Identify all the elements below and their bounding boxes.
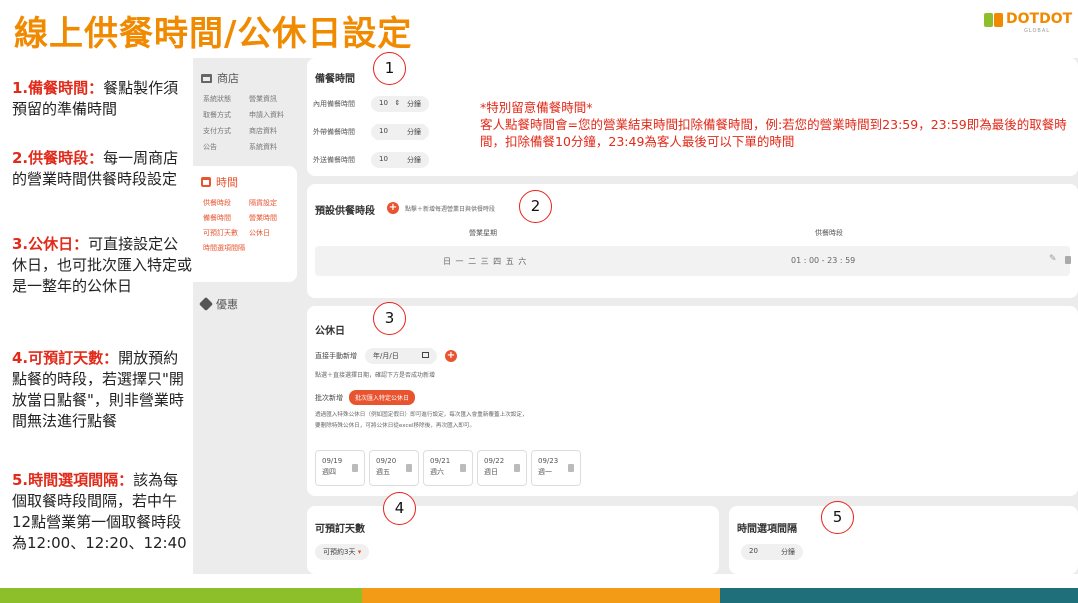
sidebar-item[interactable]: 供餐時段: [203, 198, 249, 208]
note-prep: 1.備餐時間：餐點製作須預留的準備時間: [12, 79, 179, 118]
edit-icon[interactable]: ✎: [1049, 254, 1057, 264]
sidebar-item[interactable]: 系統狀態: [203, 94, 249, 104]
date-input[interactable]: 年/月/日: [365, 348, 437, 364]
prep-time-title: 備餐時間: [315, 74, 355, 85]
holiday-date-chip: 09/21 週六: [423, 450, 473, 486]
sidebar-item[interactable]: 商店資料: [249, 126, 295, 136]
prep-row-takeout: 外帶備餐時間 10 分鐘: [313, 124, 429, 140]
advance-days-card: 可預訂天數 可預約3天 ▾: [307, 506, 719, 574]
holiday-title: 公休日: [315, 326, 345, 337]
marker-5: 5: [821, 501, 854, 534]
prep-delivery-input[interactable]: 10 分鐘: [371, 152, 429, 168]
holiday-date-chip: 09/20 週五: [369, 450, 419, 486]
sidebar-item[interactable]: 營業資訊: [249, 94, 295, 104]
dotdot-logo: DOTDOT GLOBAL: [984, 11, 1073, 38]
footer-stripe-green: [0, 588, 362, 603]
note-holiday: 3.公休日：可直接設定公休日，也可批次匯入特定或是一整年的公休日: [12, 235, 193, 295]
sidebar-item[interactable]: 隔貨設定: [249, 198, 295, 208]
marker-4: 4: [383, 492, 416, 525]
prep-row-delivery: 外送備餐時間 10 分鐘: [313, 152, 429, 168]
prep-takeout-input[interactable]: 10 分鐘: [371, 124, 429, 140]
tag-icon: [198, 296, 214, 312]
prep-row-dinein: 內用備餐時間 10 ⇕ 分鐘: [313, 96, 429, 112]
sidebar-section-time[interactable]: 時間: [193, 174, 297, 190]
col-day: 營業星期: [469, 229, 497, 237]
sidebar-time-card: 時間 供餐時段 隔貨設定 備餐時間 營業時間 可預訂天數 公休日 時間選項間隔: [193, 166, 297, 282]
sidebar-promo-label: 優惠: [216, 298, 238, 311]
dropdown-arrow-icon: ▾: [357, 548, 362, 556]
direct-add-row: 直接手動新增 年/月/日 +: [315, 348, 457, 364]
sidebar-section-promo[interactable]: 優惠: [193, 296, 238, 312]
sidebar: 商店 系統狀態 營業資訊 取餐方式 申請入資料 支付方式 商店資料 公告 系統資…: [193, 58, 301, 574]
prep-time-alert: *特別留意備餐時間* 客人點餐時間會=您的營業結束時間扣除備餐時間，例:若您的營…: [480, 100, 1067, 149]
note-interval: 5.時間選項間隔：該為每個取餐時段間隔，若中午12點營業第一個取餐時段為12:0…: [12, 471, 187, 552]
sidebar-item[interactable]: 時間選項間隔: [203, 243, 249, 253]
holiday-card: 公休日 直接手動新增 年/月/日 + 點選＋直接選擇日期，確認下方是否成功新增 …: [307, 306, 1078, 496]
sidebar-item[interactable]: 備餐時間: [203, 213, 249, 223]
interval-card: 時間選項間隔 20 分鐘: [729, 506, 1078, 574]
sidebar-time-label: 時間: [216, 176, 238, 189]
advance-title: 可預訂天數: [315, 524, 365, 535]
batch-add-label: 批次新增: [315, 393, 343, 402]
prep-label: 內用備餐時間: [313, 100, 355, 108]
interval-input[interactable]: 20 分鐘: [741, 544, 803, 560]
slot-time: 01 : 00 - 23 : 59: [791, 256, 856, 265]
logo-mark-icon: [984, 13, 1004, 27]
prep-label: 外帶備餐時間: [313, 128, 355, 136]
marker-3: 3: [373, 302, 406, 335]
stepper-icon: ⇕: [394, 99, 401, 107]
sidebar-item[interactable]: 可預訂天數: [203, 228, 249, 238]
sidebar-item[interactable]: 系統資料: [249, 142, 295, 152]
slot-days: 日 一 二 三 四 五 六: [443, 257, 528, 266]
add-holiday-button[interactable]: +: [445, 350, 457, 362]
sidebar-store-label: 商店: [217, 72, 239, 85]
footer-stripe-teal: [720, 588, 1078, 603]
direct-add-hint: 點選＋直接選擇日期，確認下方是否成功新增: [315, 372, 436, 379]
prep-label: 外送備餐時間: [313, 156, 355, 164]
logo-sub: GLOBAL: [1024, 28, 1051, 34]
batch-add-row: 批次新增 批次匯入特定公休日: [315, 390, 416, 405]
table-row: 日 一 二 三 四 五 六 01 : 00 - 23 : 59 ✎: [315, 246, 1071, 276]
holiday-list: 09/19 週四 09/20 週五 09/21 週六 09/22 週日 09/23 週一: [315, 450, 581, 486]
advance-days-select[interactable]: 可預約3天 ▾: [315, 544, 370, 560]
add-slot-button[interactable]: +: [387, 202, 399, 214]
holiday-date-chip: 09/22 週日: [477, 450, 527, 486]
calendar-icon: [201, 177, 211, 187]
holiday-date-chip: 09/19 週四: [315, 450, 365, 486]
holiday-date-chip: 09/23 週一: [531, 450, 581, 486]
sidebar-item[interactable]: 公休日: [249, 228, 295, 238]
trash-icon[interactable]: [1065, 256, 1071, 264]
note-advance: 4.可預訂天數：開放預約點餐的時段，若選擇只"開放當日點餐"，則非營業時間無法進…: [12, 349, 184, 430]
trash-icon[interactable]: [460, 464, 466, 472]
store-icon: [201, 73, 212, 83]
slide-title: 線上供餐時間/公休日設定: [14, 14, 413, 54]
sidebar-item[interactable]: 支付方式: [203, 126, 249, 136]
trash-icon[interactable]: [352, 464, 358, 472]
footer-stripe-orange: [362, 588, 720, 603]
sidebar-time-items: 供餐時段 隔貨設定 備餐時間 營業時間 可預訂天數 公休日 時間選項間隔: [193, 198, 297, 253]
sidebar-item[interactable]: 取餐方式: [203, 110, 249, 120]
direct-add-label: 直接手動新增: [315, 352, 357, 360]
calendar-picker-icon: [422, 352, 429, 358]
marker-1: 1: [373, 52, 406, 85]
logo-word: DOTDOT: [1006, 11, 1073, 27]
slots-title: 預設供餐時段: [315, 206, 375, 217]
default-slots-card: 預設供餐時段 + 點擊＋新增每週營業日與供餐時段 營業星期 供餐時段 日 一 二…: [307, 184, 1078, 298]
prep-dinein-input[interactable]: 10 ⇕ 分鐘: [371, 96, 429, 112]
trash-icon[interactable]: [568, 464, 574, 472]
sidebar-section-store[interactable]: 商店: [193, 70, 301, 86]
sidebar-item[interactable]: 營業時間: [249, 213, 295, 223]
interval-title: 時間選項間隔: [737, 524, 797, 535]
slots-hint: 點擊＋新增每週營業日與供餐時段: [405, 206, 496, 213]
sidebar-store-items: 系統狀態 營業資訊 取餐方式 申請入資料 支付方式 商店資料 公告 系統資料: [193, 94, 301, 152]
marker-2: 2: [519, 190, 552, 223]
trash-icon[interactable]: [406, 464, 412, 472]
batch-import-button[interactable]: 批次匯入特定公休日: [349, 390, 416, 405]
note-slots: 2.供餐時段：每一周商店的營業時間供餐時段設定: [12, 149, 179, 188]
trash-icon[interactable]: [514, 464, 520, 472]
col-time: 供餐時段: [815, 229, 843, 237]
sidebar-item[interactable]: 申請入資料: [249, 110, 295, 120]
batch-hint: 透過匯入特殊公休日（例如固定假日）即可進行設定，每次匯入會重新覆蓋上次設定， 要…: [315, 412, 528, 429]
sidebar-item[interactable]: 公告: [203, 142, 249, 152]
